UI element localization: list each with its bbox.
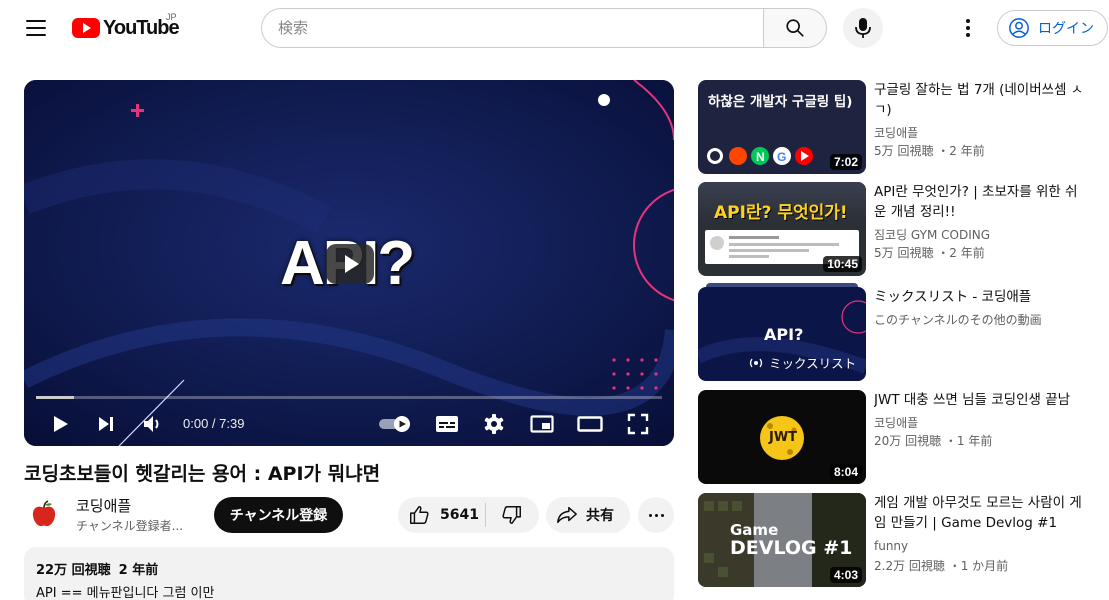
mix-label: ミックスリスト [769, 356, 857, 371]
video-title: 코딩초보들이 헷갈리는 용어 : API가 뭐냐면 [24, 463, 381, 485]
theater-mode-button[interactable] [572, 408, 608, 440]
video-duration: 7:02 [829, 154, 862, 170]
channel-name[interactable]: 코딩애플 [874, 124, 918, 141]
recommended-video[interactable]: Game DEVLOG #1 4:03 게임 개발 아무것도 모르는 사람이 게… [698, 493, 1098, 587]
video-thumbnail[interactable]: API란? 무엇인가! 10:45 [698, 182, 866, 276]
mix-badge: ミックスリスト [748, 353, 856, 372]
view-count: 22万 回視聴 [36, 563, 111, 578]
dislike-button[interactable] [486, 497, 538, 533]
channel-name[interactable]: 코딩애플 [76, 495, 131, 516]
thumbnail-text: JWT [769, 430, 798, 445]
play-icon [54, 416, 68, 432]
channel-subscriber-count: チャンネル登録者... [76, 519, 184, 533]
theater-mode-icon [577, 416, 603, 432]
account-icon [1009, 18, 1029, 38]
share-icon [557, 506, 577, 524]
voice-search-button[interactable] [843, 8, 883, 48]
fullscreen-icon [627, 413, 649, 435]
video-duration: 10:45 [823, 256, 862, 272]
subscribe-button[interactable]: チャンネル登録 [214, 497, 343, 533]
fullscreen-button[interactable] [620, 408, 656, 440]
video-meta: 5万 回視聴 ・2 年前 [874, 246, 985, 260]
channel-name[interactable]: 짐코딩 GYM CODING [874, 226, 990, 243]
progress-bar[interactable] [36, 396, 662, 399]
big-play-button[interactable] [326, 244, 374, 284]
time-display: 0:00 / 7:39 [183, 416, 245, 431]
channel-name[interactable]: funny [874, 539, 908, 553]
apple-icon [32, 500, 56, 527]
publish-date: 2 年前 [118, 563, 159, 578]
channel-name[interactable]: 코딩애플 [874, 414, 918, 431]
like-dislike-group: 5641 [398, 497, 539, 533]
recommended-video[interactable]: API란? 무엇인가! 10:45 API란 무엇인가? | 초보자를 위한 쉬… [698, 182, 1098, 276]
like-count: 5641 [440, 507, 479, 523]
search-bar [261, 8, 827, 48]
recommended-video[interactable]: JWT 8:04 JWT 대충 쓰면 님들 코딩인생 끝남 코딩애플 20万 回… [698, 390, 1098, 484]
login-button[interactable]: ログイン [997, 10, 1108, 46]
more-actions-button[interactable] [638, 497, 674, 533]
video-meta: 20万 回視聴 ・1 年前 [874, 434, 993, 448]
thumbnail-text: API란? 무엇인가! [714, 203, 848, 223]
top-bar: YouTube JP ログイン [0, 0, 1109, 56]
recommended-mix[interactable]: API? ミックスリスト ミックスリスト - 코딩애플 このチャンネルのその他の… [698, 283, 1098, 381]
login-label: ログイン [1038, 21, 1094, 37]
svg-text:N: N [756, 150, 765, 164]
channel-avatar[interactable] [24, 494, 64, 534]
video-player[interactable]: API? 0:00 / 7:39 [24, 80, 674, 446]
thumbs-up-icon [410, 506, 429, 524]
video-meta: 5万 回視聴 ・2 年前 [874, 144, 985, 158]
share-button[interactable]: 共有 [546, 497, 630, 533]
video-title[interactable]: API란 무엇인가? | 초보자를 위한 쉬운 개념 정리!! [874, 182, 1084, 222]
recommended-video[interactable]: 하찮은 개발자 구글링 팁) N G 7:02 구글링 잘하는 법 7개 (네이… [698, 80, 1098, 174]
gear-icon [484, 414, 504, 434]
miniplayer-icon [530, 415, 554, 433]
svg-text:G: G [777, 150, 786, 164]
microphone-icon [855, 18, 871, 38]
description-text: API == 메뉴판입니다 그럼 이만 [36, 586, 215, 600]
search-input[interactable] [261, 8, 763, 48]
video-meta: 2.2万 回視聴 ・1 か月前 [874, 559, 1009, 573]
volume-button[interactable] [137, 408, 169, 440]
mix-subtitle: このチャンネルのその他の動画 [874, 313, 1042, 327]
mix-radio-icon [749, 358, 763, 367]
thumbnail-subtext: DEVLOG #1 [730, 537, 853, 559]
video-thumbnail[interactable]: Game DEVLOG #1 4:03 [698, 493, 866, 587]
thumbs-down-icon [502, 506, 521, 524]
youtube-logo[interactable]: YouTube [72, 16, 180, 40]
next-icon [99, 417, 113, 431]
video-duration: 4:03 [829, 567, 862, 583]
subtitles-icon [436, 416, 458, 432]
video-thumbnail[interactable]: 하찮은 개발자 구글링 팁) N G 7:02 [698, 80, 866, 174]
search-button[interactable] [763, 8, 827, 48]
region-badge: JP [166, 12, 177, 22]
settings-more-icon[interactable] [952, 12, 984, 44]
menu-icon[interactable] [24, 16, 48, 40]
video-title[interactable]: 게임 개발 아무것도 모르는 사람이 게임 만들기 | Game Devlog … [874, 493, 1084, 533]
autoplay-toggle[interactable] [376, 408, 414, 440]
like-button[interactable]: 5641 [398, 503, 486, 527]
next-button[interactable] [90, 408, 122, 440]
share-label: 共有 [586, 508, 614, 524]
video-title[interactable]: JWT 대충 쓰면 님들 코딩인생 끝남 [874, 390, 1084, 410]
progress-bar-fill [36, 396, 74, 399]
autoplay-toggle-icon [379, 416, 410, 432]
video-thumbnail[interactable]: JWT 8:04 [698, 390, 866, 484]
mix-title[interactable]: ミックスリスト - 코딩애플 [874, 287, 1084, 307]
video-title[interactable]: 구글링 잘하는 법 7개 (네이버쓰셈 ㅅㄱ) [874, 80, 1084, 120]
search-icon [786, 19, 804, 37]
mix-thumbnail[interactable]: API? ミックスリスト [698, 287, 866, 381]
subtitles-button[interactable] [429, 408, 465, 440]
description-box[interactable]: 22万 回視聴 2 年前 API == 메뉴판입니다 그럼 이만 [24, 547, 674, 600]
play-button[interactable] [44, 408, 76, 440]
settings-button[interactable] [476, 408, 512, 440]
youtube-play-icon [72, 18, 100, 38]
miniplayer-button[interactable] [524, 408, 560, 440]
thumbnail-text: API? [764, 325, 804, 344]
player-controls: 0:00 / 7:39 [24, 402, 674, 446]
volume-icon [144, 416, 159, 432]
description-meta: 22万 回視聴 2 年前 [36, 559, 662, 578]
video-duration: 8:04 [829, 464, 862, 480]
